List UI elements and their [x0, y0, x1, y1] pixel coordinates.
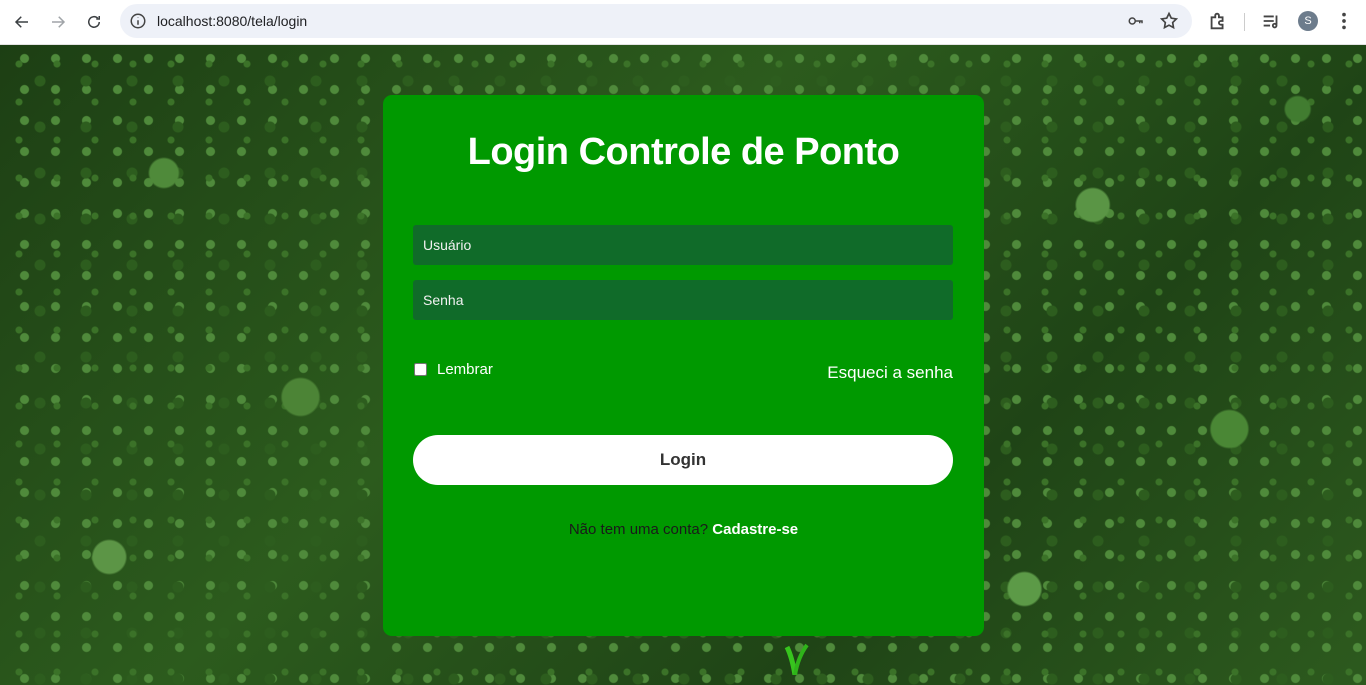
sprout-decoration — [784, 643, 809, 675]
remember-checkbox[interactable] — [414, 363, 427, 376]
remember-me[interactable]: Lembrar — [413, 361, 493, 378]
browser-toolbar: localhost:8080/tela/login S — [0, 0, 1366, 45]
forgot-password-link[interactable]: Esqueci a senha — [827, 363, 953, 383]
profile-avatar[interactable]: S — [1298, 11, 1318, 31]
arrow-right-icon — [52, 16, 66, 28]
extensions-icon[interactable] — [1207, 10, 1229, 32]
reload-button[interactable] — [79, 7, 109, 37]
signup-prompt-text: Não tem uma conta? — [568, 521, 709, 538]
password-key-icon[interactable] — [1126, 12, 1146, 30]
remember-label: Lembrar — [437, 361, 493, 378]
bookmark-star-icon[interactable] — [1159, 11, 1179, 31]
username-input[interactable] — [413, 225, 953, 265]
site-info-icon[interactable] — [129, 12, 147, 30]
password-input[interactable] — [413, 280, 953, 320]
url-text[interactable]: localhost:8080/tela/login — [157, 13, 307, 29]
media-queue-icon[interactable] — [1260, 10, 1282, 32]
reload-icon — [88, 15, 100, 28]
page-title: Login Controle de Ponto — [467, 131, 900, 173]
signup-prompt: Não tem uma conta? Cadastre-se — [383, 521, 984, 538]
menu-dots-icon[interactable] — [1333, 10, 1355, 32]
address-bar[interactable]: localhost:8080/tela/login — [120, 4, 1192, 38]
forward-button[interactable] — [43, 7, 73, 37]
toolbar-divider — [1244, 13, 1245, 31]
back-button[interactable] — [7, 7, 37, 37]
signup-link[interactable]: Cadastre-se — [712, 521, 798, 538]
login-card: Login Controle de Ponto Lembrar Esqueci … — [383, 95, 984, 636]
arrow-left-icon — [14, 16, 28, 28]
login-button[interactable]: Login — [413, 435, 953, 485]
